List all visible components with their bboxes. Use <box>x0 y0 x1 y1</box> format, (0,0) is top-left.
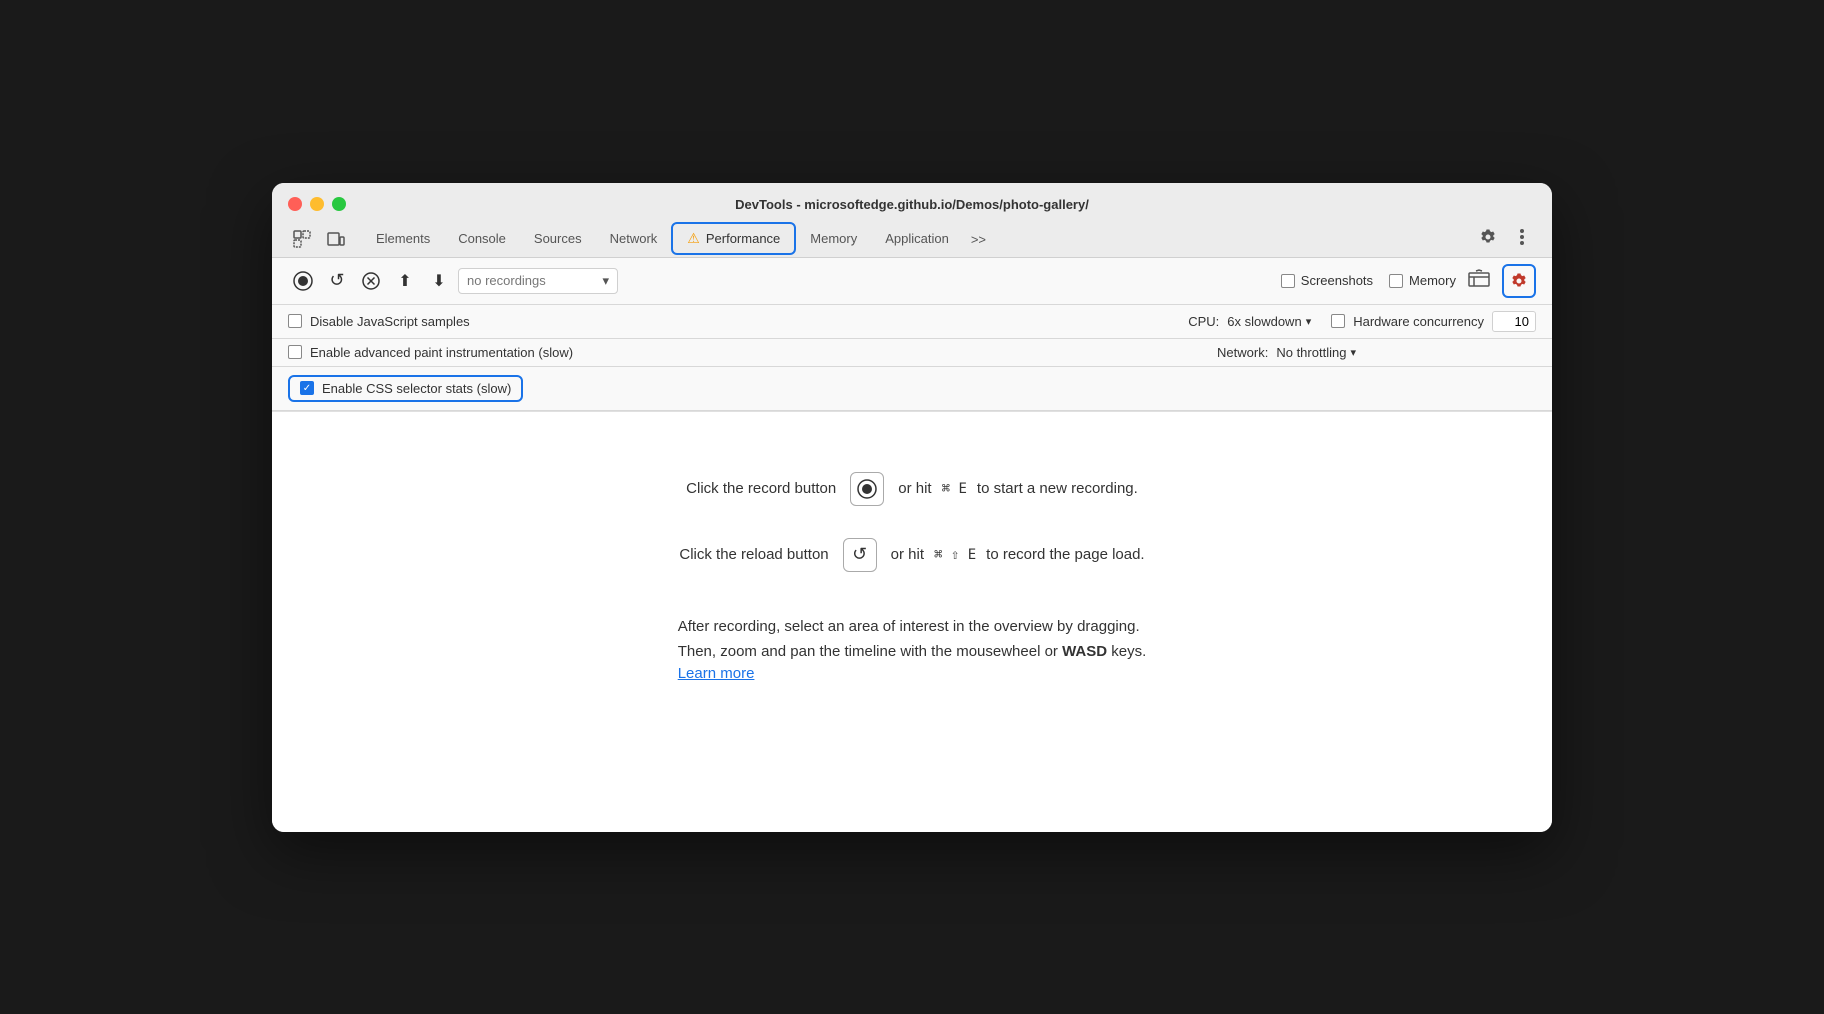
instruction-4: Then, zoom and pan the timeline with the… <box>678 639 1147 665</box>
tab-sources[interactable]: Sources <box>520 223 596 256</box>
hardware-concurrency-input[interactable] <box>1492 311 1536 332</box>
device-toolbar-button[interactable] <box>322 225 350 253</box>
main-content: Click the record button or hit ⌘ E to st… <box>272 412 1552 832</box>
maximize-button[interactable] <box>332 197 346 211</box>
clear-button[interactable] <box>356 266 386 296</box>
reload-icon-inline: ↺ <box>843 538 877 572</box>
instruction-1-pre: Click the record button <box>686 480 836 497</box>
recording-dropdown-arrow: ▾ <box>602 273 609 289</box>
disable-js-samples-checkbox[interactable] <box>288 314 302 328</box>
instruction-1-mid: or hit <box>898 480 931 497</box>
titlebar: DevTools - microsoftedge.github.io/Demos… <box>272 183 1552 258</box>
tab-memory[interactable]: Memory <box>796 223 871 256</box>
tab-more[interactable]: >> <box>963 224 994 255</box>
learn-more-link[interactable]: Learn more <box>678 665 755 682</box>
instruction-1: Click the record button or hit ⌘ E to st… <box>686 472 1138 506</box>
enable-paint-option[interactable]: Enable advanced paint instrumentation (s… <box>288 345 573 360</box>
options-row-1: Disable JavaScript samples CPU: 6x slowd… <box>272 305 1552 339</box>
instruction-2: Click the reload button ↺ or hit ⌘ ⇧ E t… <box>679 538 1144 572</box>
save-profile-button[interactable]: ⬇ <box>424 266 454 296</box>
screenshots-checkbox[interactable] <box>1281 274 1295 288</box>
network-dropdown-arrow: ▾ <box>1350 346 1356 359</box>
heap-icon <box>1468 269 1490 292</box>
tab-application[interactable]: Application <box>871 223 963 256</box>
tab-console[interactable]: Console <box>444 223 520 256</box>
memory-checkbox-label[interactable]: Memory <box>1389 273 1456 288</box>
tab-elements[interactable]: Elements <box>362 223 444 256</box>
instruction-block: After recording, select an area of inter… <box>678 614 1147 683</box>
cpu-dropdown-arrow: ▾ <box>1306 315 1312 328</box>
devtools-more-button[interactable] <box>1508 223 1536 251</box>
load-profile-button[interactable]: ⬆ <box>390 266 420 296</box>
record-icon-inline <box>850 472 884 506</box>
network-label: Network: <box>1217 345 1268 360</box>
instruction-3: After recording, select an area of inter… <box>678 614 1147 640</box>
screenshots-checkbox-label[interactable]: Screenshots <box>1281 273 1373 288</box>
reload-button[interactable]: ↺ <box>322 266 352 296</box>
tab-performance[interactable]: ⚠ Performance <box>671 222 796 255</box>
performance-settings-button[interactable] <box>1502 264 1536 298</box>
devtools-settings-button[interactable] <box>1474 223 1502 251</box>
minimize-button[interactable] <box>310 197 324 211</box>
cpu-label: CPU: <box>1188 314 1219 329</box>
recording-selector[interactable]: no recordings ▾ <box>458 268 618 294</box>
tab-settings-group <box>1474 223 1536 255</box>
tab-bar: Elements Console Sources Network ⚠ Perfo… <box>288 222 1536 257</box>
memory-checkbox[interactable] <box>1389 274 1403 288</box>
enable-paint-checkbox[interactable] <box>288 345 302 359</box>
network-section: Network: No throttling ▾ <box>1217 345 1356 360</box>
hardware-concurrency-checkbox[interactable] <box>1331 314 1345 328</box>
tab-network[interactable]: Network <box>596 223 672 256</box>
window-title: DevTools - microsoftedge.github.io/Demos… <box>735 197 1089 212</box>
recording-placeholder: no recordings <box>467 273 546 288</box>
window-controls <box>288 197 346 211</box>
devtools-window: DevTools - microsoftedge.github.io/Demos… <box>272 183 1552 832</box>
performance-toolbar: ↺ ⬆ ⬇ no recordings ▾ Screenshots Me <box>272 258 1552 305</box>
instruction-2-pre: Click the reload button <box>679 546 828 563</box>
css-stats-row: ✓ Enable CSS selector stats (slow) <box>272 367 1552 411</box>
hardware-section: Hardware concurrency <box>1331 311 1536 332</box>
css-stats-checkbox[interactable]: ✓ <box>300 381 314 395</box>
css-stats-option[interactable]: ✓ Enable CSS selector stats (slow) <box>288 375 523 402</box>
close-button[interactable] <box>288 197 302 211</box>
inspect-icon-button[interactable] <box>288 225 316 253</box>
instruction-1-shortcut: ⌘ E <box>942 481 967 497</box>
record-button[interactable] <box>288 266 318 296</box>
instruction-2-mid: or hit <box>891 546 924 563</box>
instruction-2-post: to record the page load. <box>986 546 1144 563</box>
tab-icon-group <box>288 225 350 253</box>
options-row-2: Enable advanced paint instrumentation (s… <box>272 339 1552 367</box>
wasd-bold: WASD <box>1062 643 1107 660</box>
instruction-2-shortcut: ⌘ ⇧ E <box>934 547 976 563</box>
network-dropdown[interactable]: No throttling ▾ <box>1276 345 1356 360</box>
instruction-1-post: to start a new recording. <box>977 480 1138 497</box>
disable-js-samples-option[interactable]: Disable JavaScript samples <box>288 314 470 329</box>
cpu-section: CPU: 6x slowdown ▾ <box>1188 314 1311 329</box>
cpu-dropdown[interactable]: 6x slowdown ▾ <box>1227 314 1311 329</box>
warning-icon: ⚠ <box>687 230 700 247</box>
